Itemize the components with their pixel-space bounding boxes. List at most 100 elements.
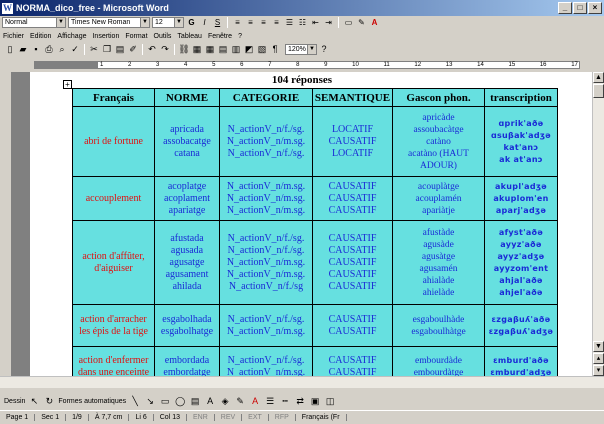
horizontal-ruler[interactable]: 1 2 3 4 5 6 7 8 9 10 11 12 13 14 15 16 17 bbox=[0, 59, 604, 70]
close-button[interactable]: × bbox=[588, 2, 602, 14]
help-icon[interactable]: ? bbox=[318, 43, 330, 55]
oval-icon[interactable]: ◯ bbox=[174, 395, 186, 407]
menu-tools[interactable]: Outils bbox=[151, 33, 175, 40]
italic-button[interactable]: I bbox=[199, 17, 210, 28]
tables-borders-icon[interactable]: ▦ bbox=[191, 43, 203, 55]
scroll-down-icon[interactable]: ▼ bbox=[593, 341, 604, 352]
justify-icon[interactable]: ≡ bbox=[271, 17, 282, 28]
font-size-select[interactable]: 12 ▼ bbox=[152, 17, 184, 28]
new-document-icon[interactable]: ▯ bbox=[4, 43, 16, 55]
select-objects-icon[interactable]: ↖ bbox=[28, 395, 40, 407]
paste-icon[interactable]: ▤ bbox=[114, 43, 126, 55]
scroll-up-icon[interactable]: ▲ bbox=[593, 72, 604, 83]
line-color-icon[interactable]: ✎ bbox=[234, 395, 246, 407]
bullets-icon[interactable]: ☷ bbox=[297, 17, 308, 28]
line-style-icon[interactable]: ☰ bbox=[264, 395, 276, 407]
table-cell-cat[interactable]: N_actionV_n/f./sg. N_actionV_n/f./sg. N_ac… bbox=[219, 220, 313, 305]
table-cell-fr[interactable]: accouplement bbox=[72, 176, 155, 221]
table-cell-cat[interactable]: N_actionV_n/f./sg. N_actionV_n/m.sg. N_act… bbox=[219, 106, 313, 177]
columns-icon[interactable]: ▥ bbox=[230, 43, 242, 55]
table-cell-sem[interactable]: CAUSATIF CAUSATIF CAUSATIF bbox=[312, 176, 393, 221]
table-cell-fr[interactable]: action d'arracher les épis de la tige bbox=[72, 304, 155, 347]
fill-color-icon[interactable]: ◈ bbox=[219, 395, 231, 407]
hyperlink-icon[interactable]: ⛓ bbox=[178, 43, 190, 55]
table-cell-fr[interactable]: abri de fortune bbox=[72, 106, 155, 177]
table-cell-sem[interactable]: CAUSATIF CAUSATIF bbox=[312, 304, 393, 347]
arrow-icon[interactable]: ↘ bbox=[144, 395, 156, 407]
table-cell-sem[interactable]: LOCATIF CAUSATIF LOCATIF bbox=[312, 106, 393, 177]
next-page-icon[interactable]: ▾ bbox=[593, 365, 604, 376]
style-select[interactable]: Normal ▼ bbox=[2, 17, 66, 28]
copy-icon[interactable]: ❐ bbox=[101, 43, 113, 55]
table-cell-tr[interactable]: ɛzgaβuʎ'aðə ɛzgaβuʎ'adʒə bbox=[484, 304, 558, 347]
menu-table[interactable]: Tableau bbox=[174, 33, 205, 40]
underline-button[interactable]: S bbox=[212, 17, 223, 28]
highlight-icon[interactable]: ✎ bbox=[356, 17, 367, 28]
table-cell-gp[interactable]: esgaboulhàde esgaboulhàtge bbox=[392, 304, 485, 347]
minimize-button[interactable]: _ bbox=[558, 2, 572, 14]
menu-insert[interactable]: Insertion bbox=[89, 33, 122, 40]
table-cell-cat[interactable]: N_actionV_n/m.sg. N_actionV_n/m.sg. N_acti… bbox=[219, 176, 313, 221]
table-cell-fr[interactable]: action d'affûter, d'aiguiser bbox=[72, 220, 155, 305]
wordart-icon[interactable]: A bbox=[204, 395, 216, 407]
zoom-select[interactable]: 120% ▼ bbox=[285, 43, 317, 55]
redo-icon[interactable]: ↷ bbox=[159, 43, 171, 55]
draw-menu[interactable]: Dessin bbox=[4, 398, 25, 405]
3d-icon[interactable]: ◫ bbox=[324, 395, 336, 407]
table-cell-norme[interactable]: esgabolhada esgabolhatge bbox=[154, 304, 220, 347]
table-cell-norme[interactable]: acoplatge acoplament apariatge bbox=[154, 176, 220, 221]
drawing-icon[interactable]: ◩ bbox=[243, 43, 255, 55]
autoshapes-menu[interactable]: Formes automatiques bbox=[58, 398, 126, 405]
decrease-indent-icon[interactable]: ⇤ bbox=[310, 17, 321, 28]
status-mode-enr[interactable]: ENR bbox=[187, 414, 215, 421]
format-painter-icon[interactable]: ✐ bbox=[127, 43, 139, 55]
numbering-icon[interactable]: ☰ bbox=[284, 17, 295, 28]
status-mode-rfp[interactable]: RFP bbox=[269, 414, 296, 421]
maximize-button[interactable]: □ bbox=[573, 2, 587, 14]
table-cell-tr[interactable]: akupl'adʒə akuplom'en aparj'adʒə bbox=[484, 176, 558, 221]
open-folder-icon[interactable]: ▰ bbox=[17, 43, 29, 55]
textbox-icon[interactable]: ▤ bbox=[189, 395, 201, 407]
cut-icon[interactable]: ✂ bbox=[88, 43, 100, 55]
menu-edit[interactable]: Edition bbox=[27, 33, 54, 40]
status-mode-ext[interactable]: EXT bbox=[242, 414, 269, 421]
table-cell-tr[interactable]: afyst'aðə ayyz'aðə ayyz'adʒə ayyzom'ent ahja… bbox=[484, 220, 558, 305]
insert-table-icon[interactable]: ▦ bbox=[204, 43, 216, 55]
menu-file[interactable]: Fichier bbox=[0, 33, 27, 40]
rotate-icon[interactable]: ↻ bbox=[43, 395, 55, 407]
vertical-ruler[interactable] bbox=[0, 72, 12, 376]
table-cell-gp[interactable]: acouplàtge acouplamén apariàtje bbox=[392, 176, 485, 221]
table-cell-sem[interactable]: CAUSATIF CAUSATIF CAUSATIF CAUSATIF CAUSATIF bbox=[312, 220, 393, 305]
show-hide-icon[interactable]: ¶ bbox=[269, 43, 281, 55]
insert-excel-icon[interactable]: ▤ bbox=[217, 43, 229, 55]
vertical-scrollbar[interactable]: ▲ ▼ ▴ ▾ bbox=[592, 72, 604, 376]
table-cell-norme[interactable]: afustada agusada agusatge agusament ahilada bbox=[154, 220, 220, 305]
draw-font-color-icon[interactable]: A bbox=[249, 395, 261, 407]
undo-icon[interactable]: ↶ bbox=[146, 43, 158, 55]
table-cell-gp[interactable]: apricàde assoubacàtge catàno acatàno (HAUT … bbox=[392, 106, 485, 177]
align-right-icon[interactable]: ≡ bbox=[258, 17, 269, 28]
table-cell-tr[interactable]: ɑprik'aðə ɑsuβak'adʒə kat'anɔ ak at'anɔ bbox=[484, 106, 558, 177]
align-center-icon[interactable]: ≡ bbox=[245, 17, 256, 28]
shadow-icon[interactable]: ▣ bbox=[309, 395, 321, 407]
font-select[interactable]: Times New Roman ▼ bbox=[68, 17, 150, 28]
bold-button[interactable]: G bbox=[186, 17, 197, 28]
word-app-icon[interactable]: W bbox=[2, 2, 13, 14]
arrow-style-icon[interactable]: ⇄ bbox=[294, 395, 306, 407]
line-icon[interactable]: ╲ bbox=[129, 395, 141, 407]
document-map-icon[interactable]: ▧ bbox=[256, 43, 268, 55]
scroll-thumb[interactable] bbox=[593, 84, 604, 98]
table-cell-cat[interactable]: N_actionV_n/f./sg. N_actionV_n/m.sg. bbox=[219, 304, 313, 347]
rectangle-icon[interactable]: ▭ bbox=[159, 395, 171, 407]
menu-window[interactable]: Fenêtre bbox=[205, 33, 235, 40]
print-icon[interactable]: ⎙ bbox=[43, 43, 55, 55]
horizontal-scrollbar[interactable] bbox=[0, 376, 604, 388]
previous-page-icon[interactable]: ▴ bbox=[593, 353, 604, 364]
increase-indent-icon[interactable]: ⇥ bbox=[323, 17, 334, 28]
dash-style-icon[interactable]: ┅ bbox=[279, 395, 291, 407]
menu-format[interactable]: Format bbox=[122, 33, 150, 40]
spelling-icon[interactable]: ✓ bbox=[69, 43, 81, 55]
preview-icon[interactable]: ⌕ bbox=[56, 43, 68, 55]
save-icon[interactable]: ▪ bbox=[30, 43, 42, 55]
table-cell-norme[interactable]: apricada assobacatge catana bbox=[154, 106, 220, 177]
